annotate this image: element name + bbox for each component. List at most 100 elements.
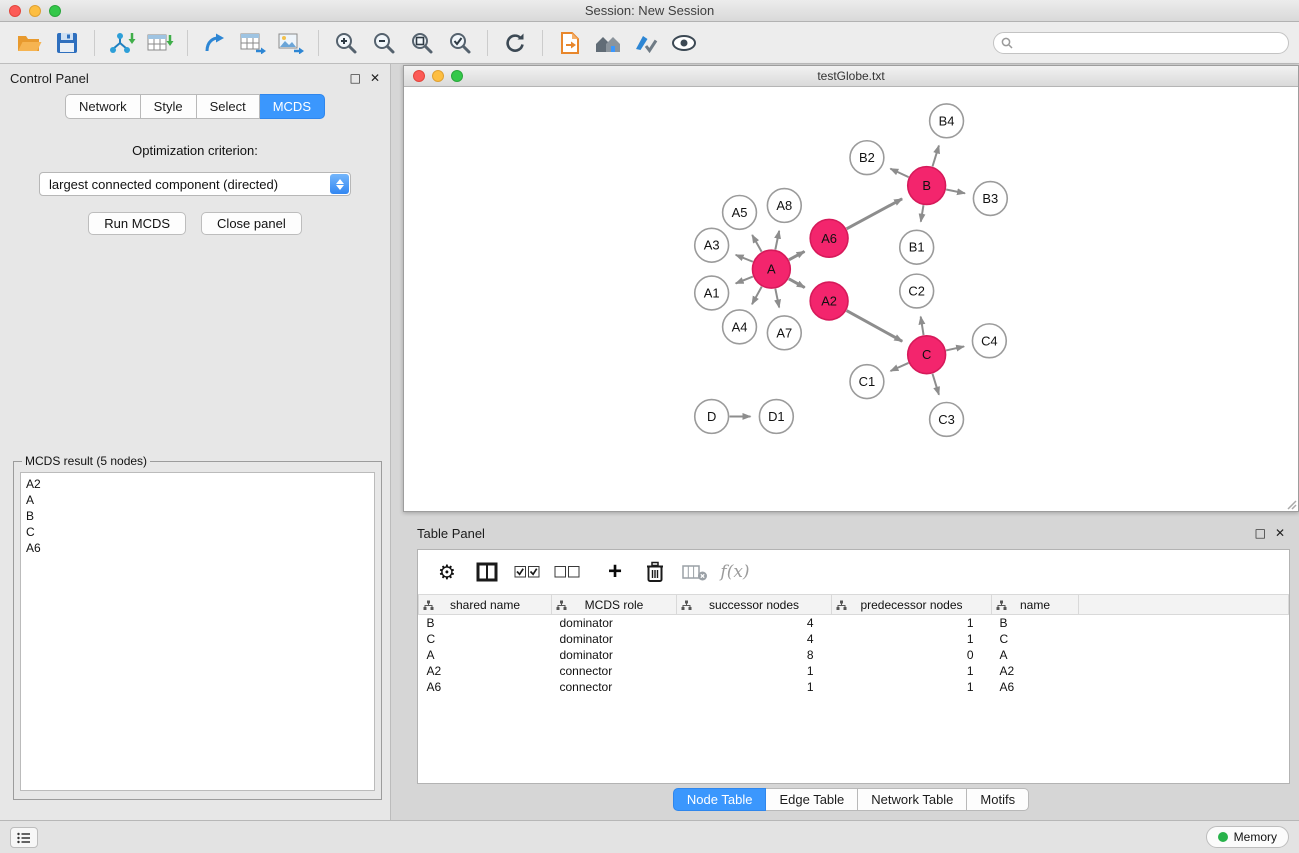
edge-C-C4[interactable] (946, 346, 964, 350)
node-A[interactable]: A (752, 250, 790, 288)
open-session-button[interactable] (10, 26, 48, 60)
edge-A-A3[interactable] (736, 255, 753, 262)
zoom-out-button[interactable] (365, 26, 403, 60)
cell[interactable]: 1 (832, 615, 992, 631)
tab-select[interactable]: Select (197, 94, 260, 119)
node-D1[interactable]: D1 (759, 400, 793, 434)
first-neighbors-button[interactable] (551, 26, 589, 60)
node-A4[interactable]: A4 (723, 310, 757, 344)
node-A7[interactable]: A7 (767, 316, 801, 350)
cell[interactable]: dominator (552, 631, 677, 647)
node-C4[interactable]: C4 (972, 324, 1006, 358)
delete-columns-button[interactable] (640, 556, 670, 588)
tab-edge-table[interactable]: Edge Table (766, 788, 858, 811)
node-C1[interactable]: C1 (850, 365, 884, 399)
tab-style[interactable]: Style (141, 94, 197, 119)
cell[interactable]: 1 (677, 679, 832, 695)
node-C2[interactable]: C2 (900, 274, 934, 308)
edge-A6-B[interactable] (847, 199, 903, 229)
node-B3[interactable]: B3 (973, 182, 1007, 216)
column-header-mcds-role[interactable]: MCDS role (552, 595, 677, 615)
cell[interactable]: 8 (677, 647, 832, 663)
column-header-successor-nodes[interactable]: successor nodes (677, 595, 832, 615)
resize-grip-icon[interactable] (1285, 498, 1297, 510)
cell[interactable]: connector (552, 679, 677, 695)
column-header-predecessor-nodes[interactable]: predecessor nodes (832, 595, 992, 615)
node-A6[interactable]: A6 (810, 219, 848, 257)
close-panel-icon[interactable]: ✕ (370, 71, 380, 85)
task-history-button[interactable] (10, 827, 38, 848)
export-image-button[interactable] (272, 26, 310, 60)
node-D[interactable]: D (695, 400, 729, 434)
network-maximize-button[interactable] (451, 70, 463, 82)
zoom-selected-button[interactable] (441, 26, 479, 60)
network-window-titlebar[interactable]: testGlobe.txt (404, 66, 1298, 87)
cell[interactable]: connector (552, 663, 677, 679)
cell[interactable]: 4 (677, 615, 832, 631)
column-header-name[interactable]: name (992, 595, 1079, 615)
table-row-b[interactable]: Bdominator41B (419, 615, 1289, 631)
cell[interactable]: C (419, 631, 552, 647)
export-table-button[interactable] (234, 26, 272, 60)
table-options-button[interactable]: ⚙ (432, 556, 462, 588)
cell[interactable]: A6 (419, 679, 552, 695)
network-canvas[interactable]: B4B2BB3A8A5A6B1A3AC2A1A2A4A7C4CC1C3DD1 (404, 87, 1298, 511)
table-row-a[interactable]: Adominator80A (419, 647, 1289, 663)
save-session-button[interactable] (48, 26, 86, 60)
cell[interactable]: 4 (677, 631, 832, 647)
edge-C-C1[interactable] (891, 363, 909, 371)
edge-B-B4[interactable] (932, 146, 938, 167)
cell[interactable]: B (419, 615, 552, 631)
tab-network-table[interactable]: Network Table (858, 788, 967, 811)
style-check-button[interactable] (627, 26, 665, 60)
search-box[interactable] (993, 32, 1289, 54)
run-mcds-button[interactable]: Run MCDS (88, 212, 186, 235)
cell[interactable]: 1 (832, 631, 992, 647)
node-B4[interactable]: B4 (930, 104, 964, 138)
node-A5[interactable]: A5 (723, 195, 757, 229)
node-A1[interactable]: A1 (695, 276, 729, 310)
float-panel-icon[interactable]: □ (350, 71, 361, 85)
cell[interactable]: A6 (992, 679, 1079, 695)
edge-A-A1[interactable] (736, 277, 753, 284)
tab-node-table[interactable]: Node Table (673, 788, 767, 811)
tab-mcds[interactable]: MCDS (260, 94, 325, 119)
delete-table-button[interactable] (680, 556, 710, 588)
apply-layout-button[interactable] (496, 26, 534, 60)
cell[interactable]: dominator (552, 615, 677, 631)
memory-button[interactable]: Memory (1206, 826, 1289, 848)
table-row-c[interactable]: Cdominator41C (419, 631, 1289, 647)
node-A2[interactable]: A2 (810, 282, 848, 320)
edge-A-A6[interactable] (789, 251, 805, 259)
cell[interactable]: A2 (992, 663, 1079, 679)
search-input[interactable] (1018, 36, 1281, 50)
result-item-a6[interactable]: A6 (26, 540, 369, 556)
zoom-in-button[interactable] (327, 26, 365, 60)
result-item-c[interactable]: C (26, 524, 369, 540)
edge-C-C3[interactable] (932, 374, 938, 395)
edge-A-A8[interactable] (775, 231, 779, 250)
cell[interactable]: A (419, 647, 552, 663)
network-minimize-button[interactable] (432, 70, 444, 82)
float-table-panel-icon[interactable]: □ (1255, 526, 1266, 540)
close-window-button[interactable] (9, 5, 21, 17)
new-column-button[interactable]: + (600, 556, 630, 588)
edge-A2-C[interactable] (847, 311, 903, 342)
edge-A-A4[interactable] (752, 287, 762, 305)
window-titlebar[interactable]: Session: New Session (0, 0, 1299, 22)
node-B[interactable]: B (908, 167, 946, 205)
edge-B-B2[interactable] (890, 169, 908, 178)
edge-A-A5[interactable] (752, 235, 761, 252)
cell[interactable]: 1 (677, 663, 832, 679)
table-row-a2[interactable]: A2connector11A2 (419, 663, 1289, 679)
cell[interactable]: C (992, 631, 1079, 647)
close-table-panel-icon[interactable]: ✕ (1275, 526, 1285, 540)
tab-motifs[interactable]: Motifs (967, 788, 1029, 811)
cell[interactable]: 0 (832, 647, 992, 663)
node-B2[interactable]: B2 (850, 141, 884, 175)
cell[interactable]: A (992, 647, 1079, 663)
show-hide-columns-button[interactable] (472, 556, 502, 588)
edge-A-A7[interactable] (775, 289, 779, 308)
node-C3[interactable]: C3 (930, 403, 964, 437)
import-network-button[interactable] (103, 26, 141, 60)
